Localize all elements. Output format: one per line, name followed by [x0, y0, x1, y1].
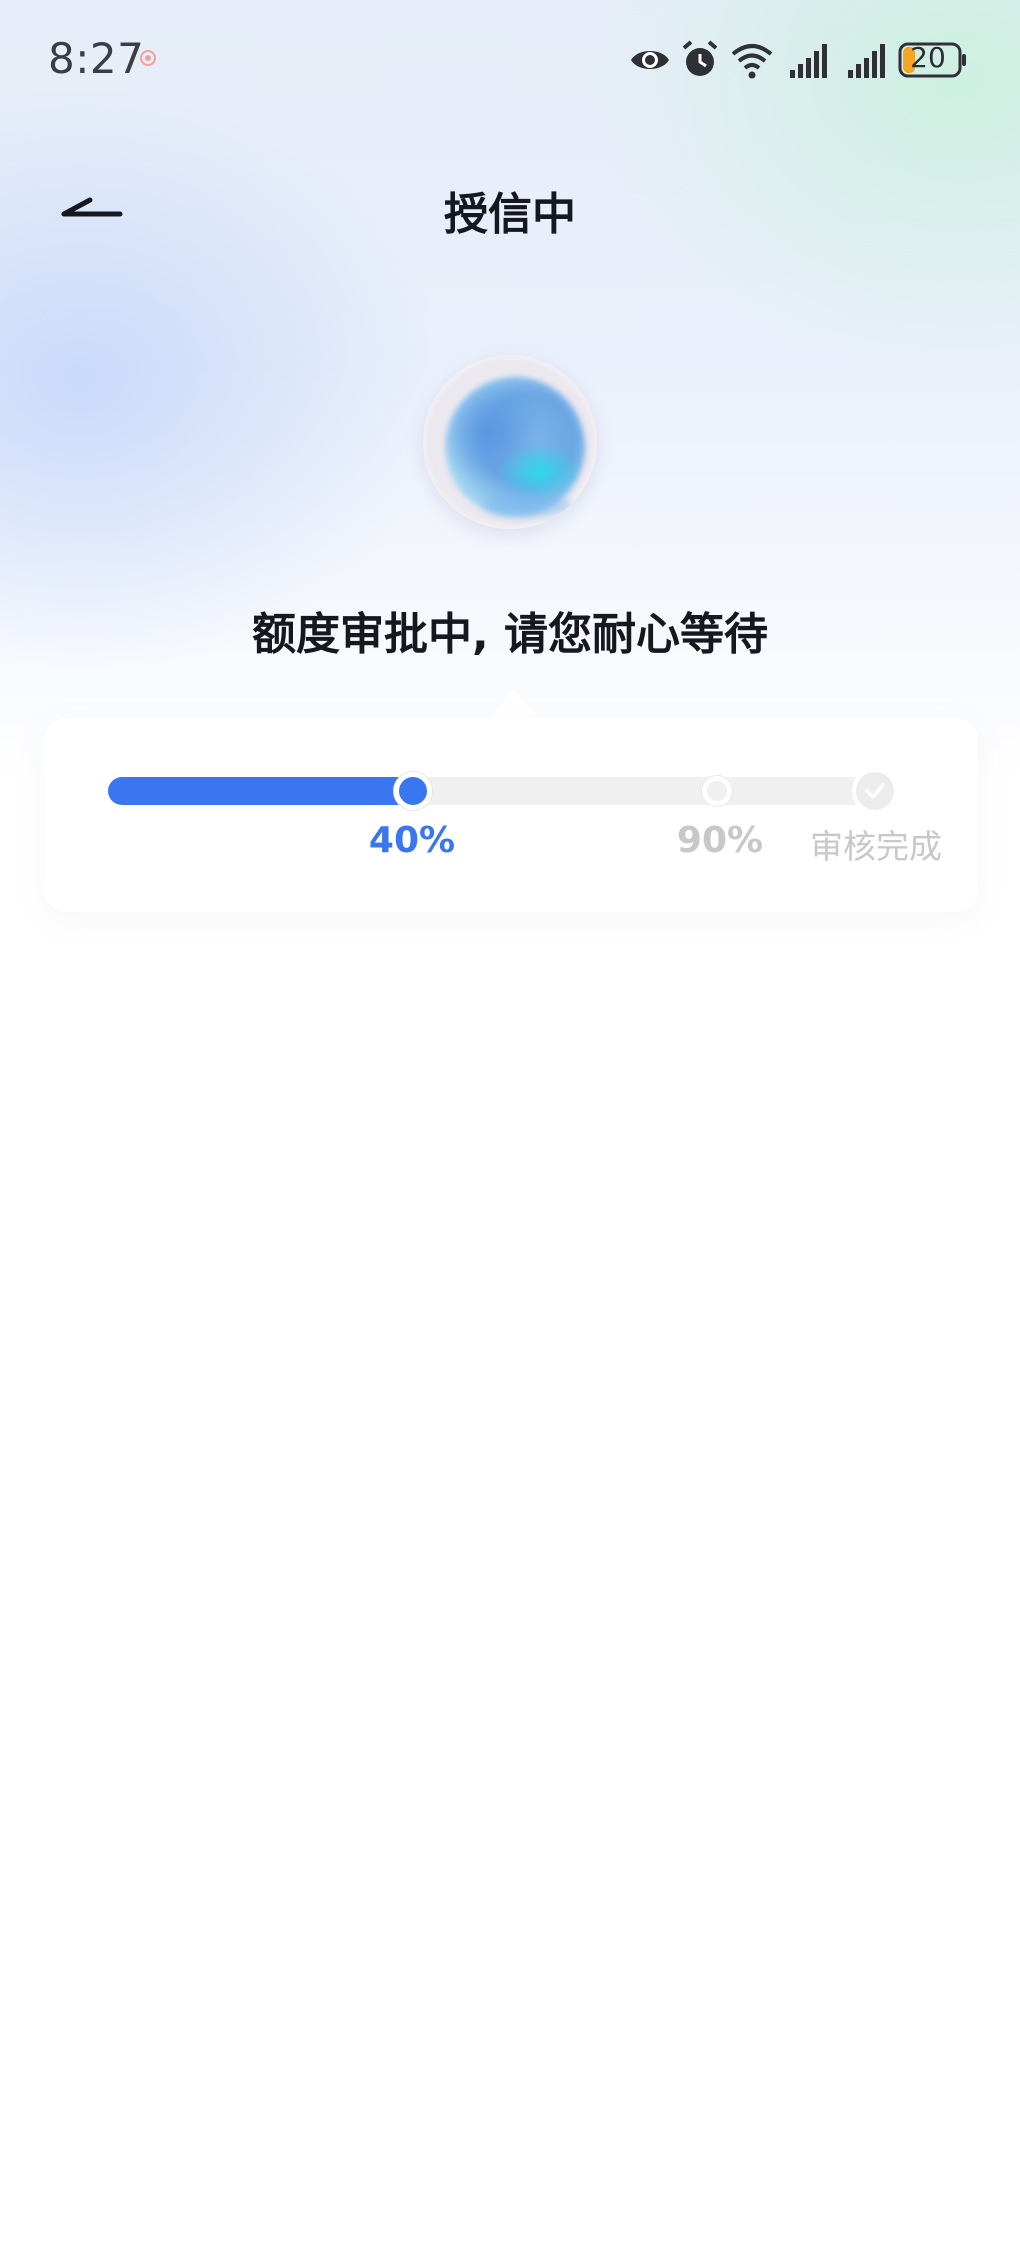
orb-gloss: [483, 495, 573, 517]
wifi-icon: [731, 44, 773, 79]
step-label-90: 90%: [676, 820, 764, 861]
battery-level: 20: [910, 41, 946, 74]
signal-icon: [848, 44, 885, 78]
signal-icon: [790, 44, 827, 78]
status-time: 8:27: [48, 34, 145, 83]
app-screen: 8:27 20 授信中 额度审批中, 请您耐心等待 40% 90% 审核完成: [0, 0, 1020, 2250]
alarm-icon: [682, 40, 718, 76]
progress-knob-current: [394, 772, 432, 810]
loading-orb-illustration: [423, 355, 597, 529]
status-bar: 8:27 20: [0, 0, 1020, 120]
step-label-40: 40%: [368, 820, 456, 861]
check-icon: [865, 783, 885, 799]
progress-knob-complete: [852, 768, 898, 814]
progress-card: [44, 718, 978, 912]
approval-message: 额度审批中, 请您耐心等待: [251, 609, 769, 660]
card-pointer: [488, 690, 540, 720]
page-title: 授信中: [444, 189, 576, 240]
progress-knob-90: [702, 776, 732, 806]
progress-fill: [108, 777, 413, 805]
notification-dot-icon: [140, 50, 156, 66]
step-label-complete: 审核完成: [810, 827, 942, 866]
eye-icon: [631, 51, 669, 69]
